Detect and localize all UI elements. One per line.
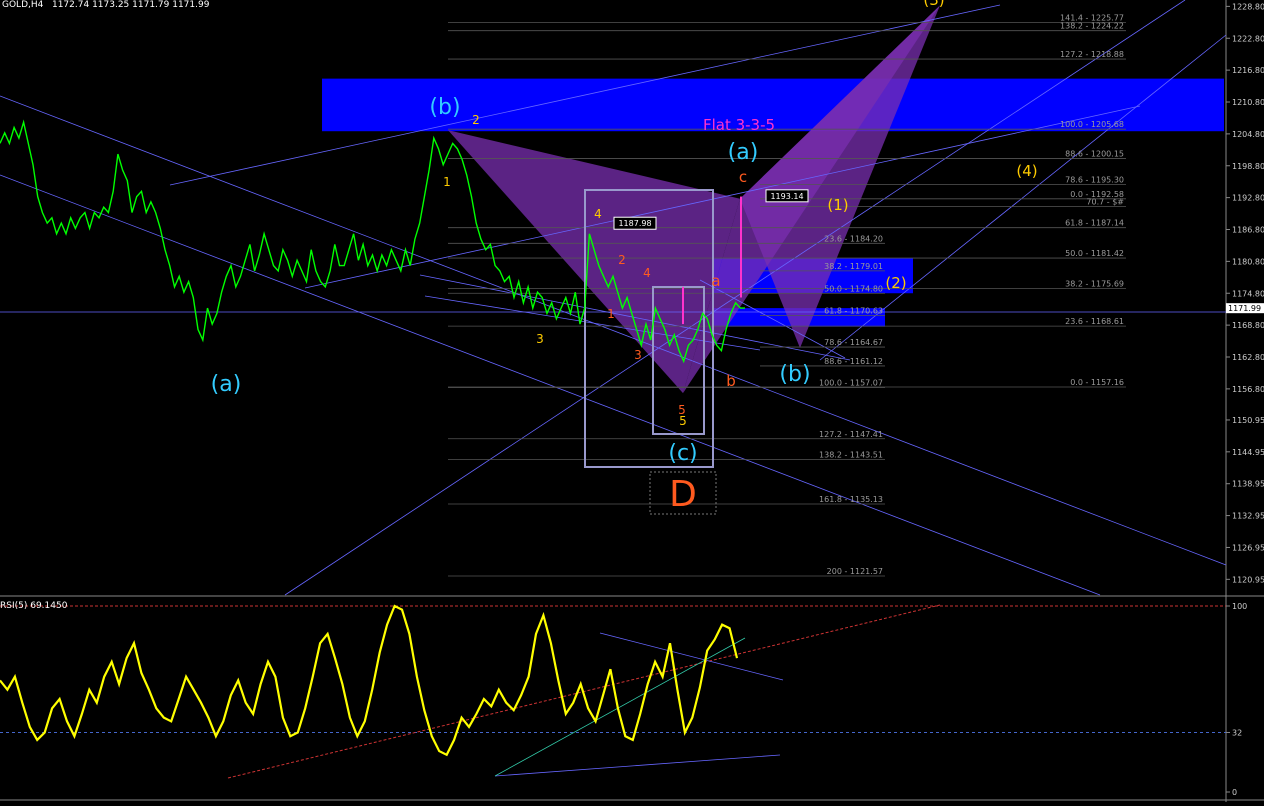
wave-label: (4) — [1016, 162, 1037, 180]
y-tick-label: 1204.80 — [1232, 130, 1264, 139]
rsi-header: RSI(5) 69.1450 — [0, 601, 68, 611]
wave-label: c — [739, 168, 747, 186]
y-tick-label: 1150.95 — [1232, 416, 1264, 425]
y-tick-label: 1222.80 — [1232, 34, 1264, 43]
fib-level-label: 38.2 - 1179.01 — [824, 262, 883, 271]
wave-label: (a) — [728, 140, 759, 165]
fib-level-label: 100.0 - 1157.07 — [819, 378, 883, 387]
wave-label: 3 — [536, 332, 544, 346]
y-tick-label: 1168.80 — [1232, 321, 1264, 330]
fib-level-label: 138.2 - 1224.22 — [1060, 22, 1124, 31]
trendline — [0, 95, 1227, 566]
trading-chart[interactable]: 141.4 - 1225.77 138.2 - 1224.22 127.2 - 12… — [0, 0, 1264, 802]
price-box-label: 1193.14 — [770, 192, 803, 201]
wave-label: 1 — [607, 307, 615, 321]
fib-level-label: 127.2 - 1147.41 — [819, 430, 883, 439]
chart-header: GOLD,H4 1172.74 1173.25 1171.79 1171.99 — [2, 0, 209, 10]
rsi-trendline — [494, 754, 781, 777]
wave-label: Flat 3-3-5 — [703, 116, 775, 134]
wave-label: (b) — [779, 362, 810, 387]
harmonic-leg-bcd — [740, 5, 940, 348]
wave-label: (1) — [827, 196, 848, 214]
y-tick-label: 1180.80 — [1232, 257, 1264, 266]
fib-level-label: 61.8 - 1187.14 — [1065, 219, 1124, 228]
fib-level-label: 200 - 1121.57 — [827, 567, 883, 576]
y-tick-label: 1210.80 — [1232, 98, 1264, 107]
fib-level-label: 38.2 - 1175.69 — [1065, 280, 1124, 289]
y-tick-label: 1186.80 — [1232, 226, 1264, 235]
y-tick-label: 1132.95 — [1232, 512, 1264, 521]
wave-label: 2 — [472, 113, 480, 127]
wave-label: 3 — [634, 348, 642, 362]
fib-level-label: 161.8 - 1135.13 — [819, 495, 883, 504]
wave-label: (2) — [885, 274, 906, 292]
y-tick-label: 1144.95 — [1232, 448, 1264, 457]
y-tick-label: 1192.80 — [1232, 194, 1264, 203]
fib-level-label: 70.7 - $# — [1086, 198, 1124, 207]
fib-level-label: 88.6 - 1200.15 — [1065, 150, 1124, 159]
price-box-label: 1187.98 — [618, 219, 651, 228]
y-tick-label: 1228.80 — [1232, 2, 1264, 11]
ohlc-label: 1172.74 1173.25 1171.79 1171.99 — [51, 0, 210, 10]
wave-label: 4 — [643, 266, 651, 280]
rsi-tick-label: 32 — [1232, 728, 1242, 737]
y-tick-label: 1216.80 — [1232, 66, 1264, 75]
wave-label: a — [711, 272, 720, 290]
wave-label: b — [726, 372, 736, 390]
fib-level-label: 88.6 - 1161.12 — [824, 357, 883, 366]
fib-level-label: 50.0 - 1174.80 — [824, 284, 883, 293]
fib-level-label: 50.0 - 1181.42 — [1065, 249, 1124, 258]
symbol-label: GOLD,H4 — [2, 0, 44, 10]
fib-level-label: 100.0 - 1205.68 — [1060, 120, 1124, 129]
wave-label: D — [669, 474, 697, 515]
wave-label: (b) — [429, 95, 460, 120]
wave-label: 1 — [443, 175, 451, 189]
y-tick-label: 1126.95 — [1232, 543, 1264, 552]
rsi-tick-label: 0 — [1232, 788, 1237, 797]
wave-label: (c) — [668, 441, 697, 466]
wave-label: (a) — [211, 372, 242, 397]
chart-canvas: 141.4 - 1225.77138.2 - 1224.22127.2 - 12… — [0, 0, 1264, 802]
y-tick-label: 1138.95 — [1232, 480, 1264, 489]
wave-label: 2 — [618, 253, 626, 267]
wave-label: 4 — [594, 207, 602, 221]
fib-level-label: 0.0 - 1157.16 — [1070, 378, 1124, 387]
wave-label: 5 — [678, 403, 686, 417]
fib-level-label: 23.6 - 1184.20 — [824, 234, 883, 243]
fib-level-label: 138.2 - 1143.51 — [819, 450, 883, 459]
rsi-tick-label: 100 — [1232, 602, 1247, 611]
y-tick-label: 1156.80 — [1232, 385, 1264, 394]
y-tick-label: 1162.80 — [1232, 353, 1264, 362]
wave-label: (3) — [923, 0, 944, 9]
current-price-label: 1171.99 — [1228, 304, 1261, 313]
fib-level-label: 23.6 - 1168.61 — [1065, 317, 1124, 326]
y-tick-label: 1198.80 — [1232, 162, 1264, 171]
y-tick-label: 1120.95 — [1232, 575, 1264, 584]
fib-level-label: 127.2 - 1218.88 — [1060, 50, 1124, 59]
rsi-trendline — [599, 632, 784, 681]
y-tick-label: 1174.80 — [1232, 289, 1264, 298]
fib-level-label: 78.6 - 1164.67 — [824, 338, 883, 347]
fib-level-label: 61.8 - 1170.63 — [824, 306, 883, 315]
fib-level-label: 78.6 - 1195.30 — [1065, 175, 1124, 184]
